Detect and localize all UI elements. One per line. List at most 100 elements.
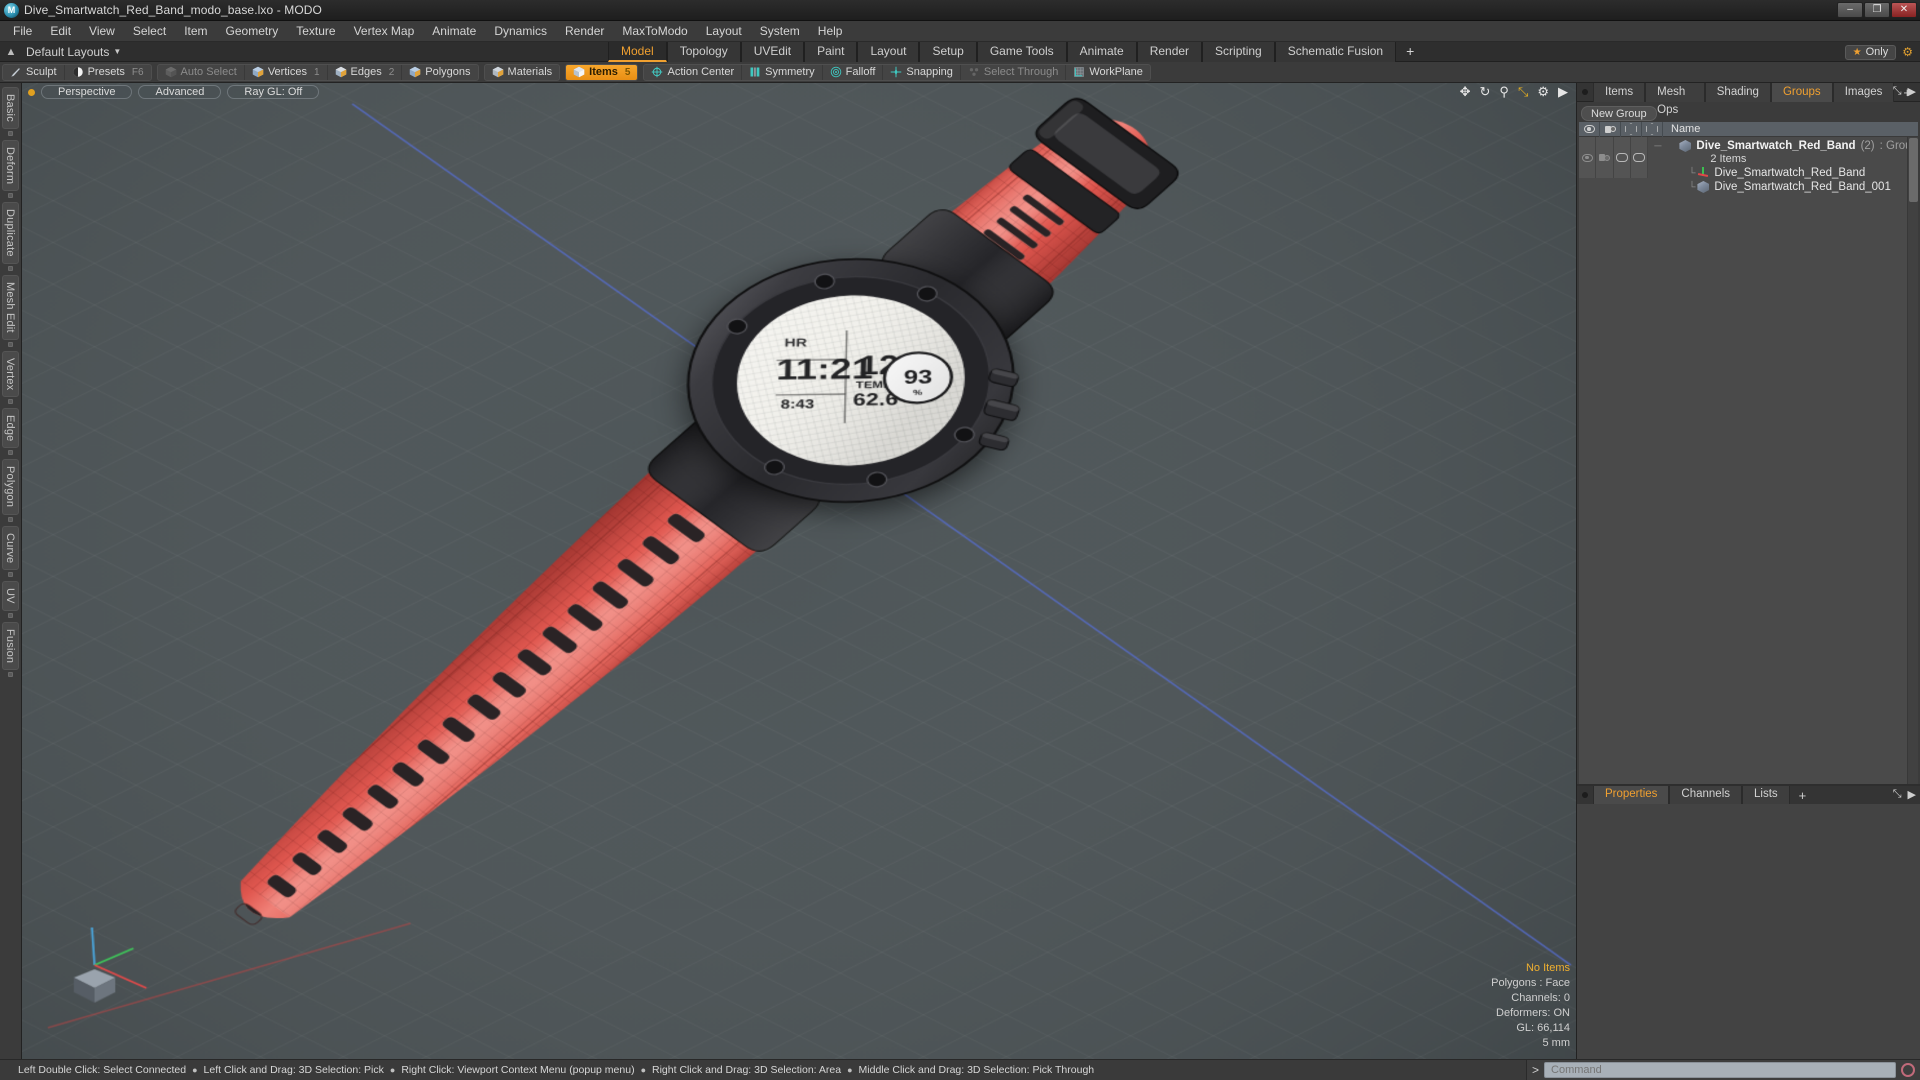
row-wireframe-toggle[interactable] [1613, 137, 1631, 178]
tool-tab-fusion[interactable]: Fusion [2, 621, 19, 670]
render-camera-icon[interactable] [1600, 121, 1621, 137]
row-render-toggle[interactable] [1596, 137, 1614, 178]
menu-help[interactable]: Help [809, 21, 852, 42]
tool-tab-polygon[interactable]: Polygon [2, 459, 19, 515]
toolbar-button-materials[interactable]: Materials [485, 65, 560, 80]
maximize-panel-icon[interactable]: ⤡ [1893, 85, 1902, 98]
menu-item[interactable]: Item [175, 21, 216, 42]
panel-tab-shading[interactable]: Shading [1704, 82, 1771, 102]
panel-tab-items[interactable]: Items [1593, 82, 1646, 102]
toolbar-button-polygons[interactable]: Polygons [402, 65, 477, 80]
minimize-button[interactable]: – [1837, 2, 1863, 18]
toolbar-button-workplane[interactable]: WorkPlane [1066, 65, 1150, 80]
toolbar-button-items[interactable]: Items 5 [566, 64, 638, 80]
gear-icon[interactable]: ⚙ [1537, 85, 1549, 98]
layout-tab-setup[interactable]: Setup [919, 42, 977, 62]
panel-grip-icon[interactable] [1582, 792, 1588, 798]
menu-texture[interactable]: Texture [287, 21, 344, 42]
menu-view[interactable]: View [80, 21, 124, 42]
add-properties-tab-button[interactable]: + [1790, 788, 1816, 803]
panel-tab-images[interactable]: Images [1832, 82, 1895, 102]
menu-render[interactable]: Render [556, 21, 613, 42]
panel-menu-arrow-icon[interactable]: ▶ [1908, 85, 1916, 98]
list-item[interactable]: └ Dive_Smartwatch_Red_Band [1654, 166, 1918, 180]
panel-grip-icon[interactable] [1582, 89, 1588, 95]
toolbar-button-symmetry[interactable]: Symmetry [742, 64, 823, 80]
zoom-search-icon[interactable]: ⚲ [1499, 85, 1509, 98]
table-row[interactable]: ─ Dive_Smartwatch_Red_Band (2) : Group 2… [1579, 137, 1918, 194]
properties-tab-channels[interactable]: Channels [1669, 786, 1743, 804]
layout-tab-topology[interactable]: Topology [666, 42, 741, 62]
menu-vertex-map[interactable]: Vertex Map [345, 21, 424, 42]
panel-menu-arrow-icon[interactable]: ▶ [1908, 788, 1916, 801]
viewport-shading-button[interactable]: Advanced [138, 85, 222, 99]
tree-expand-icon[interactable]: ─ [1654, 141, 1661, 152]
row-visibility-toggle[interactable] [1579, 137, 1597, 178]
close-button[interactable]: ✕ [1891, 2, 1917, 18]
menu-layout[interactable]: Layout [697, 21, 751, 42]
group-row-header[interactable]: ─ Dive_Smartwatch_Red_Band (2) : Group [1654, 139, 1918, 153]
menu-select[interactable]: Select [124, 21, 175, 42]
toolbar-button-action-center[interactable]: Action Center [644, 64, 743, 80]
wireframe-pill-icon[interactable] [1621, 121, 1642, 137]
record-circle-icon[interactable] [1901, 1063, 1915, 1077]
toolbar-button-sculpt[interactable]: Sculpt [3, 64, 65, 80]
gear-icon[interactable]: ⚙ [1902, 45, 1913, 59]
viewport-canvas[interactable] [22, 83, 1576, 1059]
new-group-button[interactable]: New Group [1581, 106, 1657, 121]
menu-animate[interactable]: Animate [423, 21, 485, 42]
layout-tab-animate[interactable]: Animate [1066, 42, 1137, 62]
properties-tab-lists[interactable]: Lists [1742, 786, 1790, 804]
menu-system[interactable]: System [751, 21, 809, 42]
shaded-hex-icon[interactable] [1642, 121, 1663, 137]
layout-tab-layout[interactable]: Layout [857, 42, 920, 62]
toolbar-button-edges[interactable]: Edges 2 [328, 64, 403, 80]
menu-geometry[interactable]: Geometry [217, 21, 288, 42]
only-toggle-button[interactable]: ★ Only [1844, 44, 1897, 60]
menu-maxtomodo[interactable]: MaxToModo [613, 21, 696, 42]
groups-list-scrollbar[interactable] [1907, 137, 1918, 784]
layout-tab-uvedit[interactable]: UVEdit [740, 42, 805, 62]
layout-tab-model[interactable]: Model [608, 42, 667, 62]
viewport-projection-button[interactable]: Perspective [41, 85, 133, 99]
layout-tab-render[interactable]: Render [1136, 42, 1203, 62]
toolbar-button-vertices[interactable]: Vertices 1 [245, 64, 328, 80]
tool-tab-mesh-edit[interactable]: Mesh Edit [2, 274, 19, 340]
layout-tab-game-tools[interactable]: Game Tools [976, 42, 1067, 62]
home-arrow-icon[interactable]: ▲ [0, 46, 22, 58]
visibility-eye-icon[interactable] [1579, 121, 1600, 137]
menu-dynamics[interactable]: Dynamics [485, 21, 556, 42]
tool-tab-vertex[interactable]: Vertex [2, 350, 19, 397]
viewport-raygl-button[interactable]: Ray GL: Off [227, 85, 320, 99]
move-icon[interactable]: ✥ [1460, 85, 1471, 98]
maximize-panel-icon[interactable]: ⤡ [1893, 788, 1902, 801]
menu-edit[interactable]: Edit [41, 21, 80, 42]
rotate-icon[interactable]: ↻ [1480, 85, 1491, 98]
default-layouts-label[interactable]: Default Layouts [22, 45, 109, 59]
tool-tab-basic[interactable]: Basic [2, 87, 19, 129]
fit-expand-icon[interactable]: ⤡ [1518, 85, 1528, 98]
toolbar-button-presets[interactable]: Presets F6 [65, 65, 151, 80]
tool-tab-curve[interactable]: Curve [2, 525, 19, 570]
properties-tab-properties[interactable]: Properties [1593, 786, 1670, 804]
3d-viewport[interactable]: Perspective Advanced Ray GL: Off ✥ ↻ ⚲ ⤡… [22, 83, 1576, 1059]
tool-tab-uv[interactable]: UV [2, 580, 19, 611]
tool-tab-edge[interactable]: Edge [2, 407, 19, 449]
layout-tab-paint[interactable]: Paint [804, 42, 858, 62]
layout-tab-scripting[interactable]: Scripting [1202, 42, 1275, 62]
tool-tab-deform[interactable]: Deform [2, 139, 19, 192]
add-layout-tab-button[interactable]: + [1396, 42, 1424, 62]
maximize-button[interactable]: ❐ [1864, 2, 1890, 18]
menu-file[interactable]: File [4, 21, 41, 42]
list-item[interactable]: └ Dive_Smartwatch_Red_Band_001 [1654, 180, 1918, 194]
toolbar-button-falloff[interactable]: Falloff [823, 64, 884, 80]
command-input[interactable] [1544, 1062, 1896, 1078]
panel-tab-mesh-ops[interactable]: Mesh Ops [1645, 82, 1705, 116]
row-shaded-toggle[interactable] [1630, 137, 1649, 178]
toolbar-button-snapping[interactable]: Snapping [883, 64, 961, 80]
tool-tab-duplicate[interactable]: Duplicate [2, 202, 19, 264]
chevron-down-icon[interactable]: ▼ [113, 47, 121, 56]
layout-tab-schematic-fusion[interactable]: Schematic Fusion [1274, 42, 1397, 62]
play-arrow-icon[interactable]: ▶ [1558, 85, 1568, 98]
panel-tab-groups[interactable]: Groups [1770, 82, 1833, 102]
